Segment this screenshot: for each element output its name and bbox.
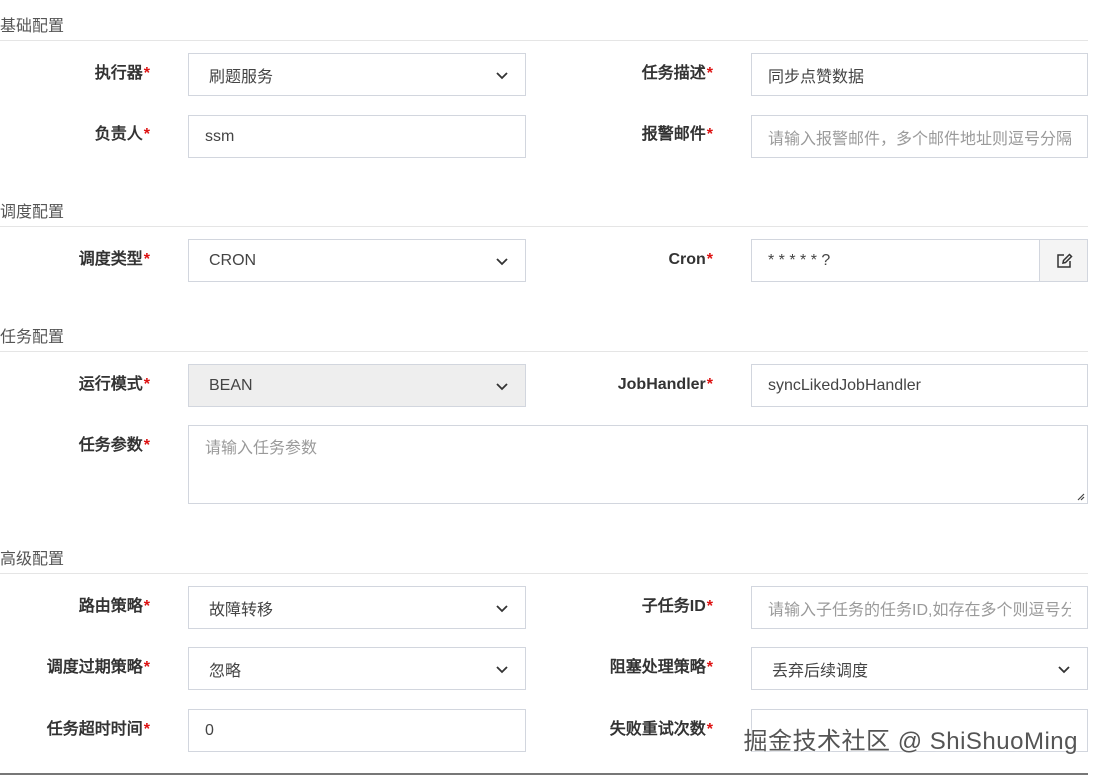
cron-label: Cron* xyxy=(668,251,713,268)
section-title-schedule: 调度配置 xyxy=(0,202,1088,227)
block-strategy-select[interactable]: 丢弃后续调度 xyxy=(751,647,1088,690)
author-input[interactable]: ssm xyxy=(188,115,526,158)
timeout-input[interactable]: 0 xyxy=(188,709,526,752)
child-job-id-input[interactable]: 请输入子任务的任务ID,如存在多个则逗号分隔 xyxy=(751,586,1088,629)
alarm-email-label: 报警邮件* xyxy=(641,126,713,143)
chevron-down-icon xyxy=(1058,665,1070,673)
edit-icon xyxy=(1056,252,1073,268)
resize-grip-icon[interactable] xyxy=(1075,491,1085,501)
executor-select[interactable]: 刷题服务 xyxy=(188,53,526,96)
job-desc-input[interactable]: 同步点赞数据 xyxy=(751,53,1088,96)
misfire-strategy-select[interactable]: 忽略 xyxy=(188,647,526,690)
block-strategy-label: 阻塞处理策略* xyxy=(609,659,713,676)
job-handler-input[interactable]: syncLikedJobHandler xyxy=(751,364,1088,407)
job-handler-label: JobHandler* xyxy=(617,376,713,393)
job-param-label: 任务参数* xyxy=(78,437,150,454)
run-mode-label: 运行模式* xyxy=(78,376,150,393)
route-strategy-label: 路由策略* xyxy=(78,598,150,615)
schedule-type-label: 调度类型* xyxy=(78,251,150,268)
cron-input[interactable]: * * * * * ? xyxy=(751,239,1040,282)
schedule-type-select[interactable]: CRON xyxy=(188,239,526,282)
job-param-placeholder: 请输入任务参数 xyxy=(205,440,318,457)
job-param-textarea[interactable]: 请输入任务参数 xyxy=(188,425,1088,504)
section-title-task: 任务配置 xyxy=(0,327,1088,352)
timeout-label: 任务超时时间* xyxy=(46,721,150,738)
bottom-divider xyxy=(0,773,1088,775)
section-title-advanced: 高级配置 xyxy=(0,549,1088,574)
cron-edit-button[interactable] xyxy=(1040,239,1088,282)
watermark: 掘金技术社区 @ ShiShuoMing xyxy=(743,728,1078,755)
chevron-down-icon xyxy=(496,71,508,79)
chevron-down-icon xyxy=(496,665,508,673)
route-strategy-select[interactable]: 故障转移 xyxy=(188,586,526,629)
chevron-down-icon xyxy=(496,382,508,390)
chevron-down-icon xyxy=(496,257,508,265)
job-desc-label: 任务描述* xyxy=(641,65,713,82)
fail-retry-label: 失败重试次数* xyxy=(609,721,713,738)
child-job-id-label: 子任务ID* xyxy=(641,598,713,615)
chevron-down-icon xyxy=(496,604,508,612)
run-mode-select: BEAN xyxy=(188,364,526,407)
alarm-email-input[interactable]: 请输入报警邮件，多个邮件地址则逗号分隔 xyxy=(751,115,1088,158)
executor-label: 执行器* xyxy=(94,65,150,82)
section-title-basic: 基础配置 xyxy=(0,16,1088,41)
misfire-strategy-label: 调度过期策略* xyxy=(46,659,150,676)
author-label: 负责人* xyxy=(94,126,150,143)
